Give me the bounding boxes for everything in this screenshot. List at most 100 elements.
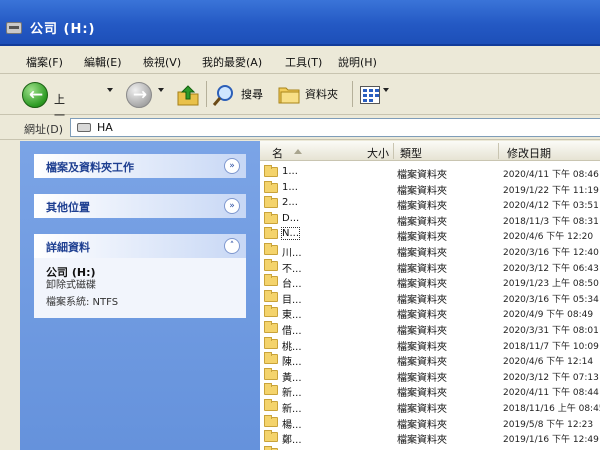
file-date: 2020/4/11 下午 08:44 <box>503 388 599 399</box>
menu-help[interactable]: 說明(H) <box>338 54 377 70</box>
file-row[interactable]: 川... 檔案資料夾 2020/3/16 下午 12:40 <box>260 243 600 259</box>
drive-icon[interactable] <box>6 22 22 34</box>
file-name: 鄭... <box>282 435 302 447</box>
file-name: 川... <box>282 248 302 259</box>
file-type: 檔案資料夾 <box>397 294 447 306</box>
up-folder-icon[interactable] <box>176 83 200 107</box>
file-list[interactable]: 名 大小 類型 修改日期 1... 檔案資料夾 2020/4/11 下午 08:46… <box>260 141 600 450</box>
folder-icon <box>264 258 278 271</box>
toolbar: ← 上一頁 → 搜尋 資料夾 <box>0 75 600 138</box>
file-row[interactable]: 台... 檔案資料夾 2019/1/23 上午 08:50 <box>260 274 600 291</box>
forward-arrow-icon: → <box>132 85 148 105</box>
file-row[interactable]: 黃... 檔案資料夾 2020/3/12 下午 07:13 <box>260 367 600 384</box>
menu-bar: 檔案(F) 編輯(E) 檢視(V) 我的最愛(A) 工具(T) 說明(H) <box>0 48 600 74</box>
file-type: 檔案資料夾 <box>397 216 447 228</box>
file-row[interactable]: 不... 檔案資料夾 2020/3/12 下午 06:43 <box>260 258 600 275</box>
file-type: 檔案資料夾 <box>397 170 447 181</box>
folder-icon <box>264 414 278 427</box>
address-input[interactable]: HA <box>70 118 600 137</box>
file-row[interactable]: 桃... 檔案資料夾 2018/11/7 下午 10:09 <box>260 336 600 353</box>
file-row[interactable]: 新... 檔案資料夾 2020/4/11 下午 08:44 <box>260 383 600 400</box>
menu-tools[interactable]: 工具(T) <box>285 54 322 70</box>
title-bar[interactable]: 公司 (H:) <box>0 0 600 46</box>
collapse-icon[interactable]: ˄ <box>224 238 240 254</box>
expand-icon[interactable]: » <box>224 158 240 174</box>
details-header[interactable]: 詳細資料 ˄ <box>34 234 246 258</box>
file-name: 不... <box>282 263 302 275</box>
file-type: 檔案資料夾 <box>397 279 447 291</box>
file-date: 2018/11/3 下午 08:31 <box>503 216 599 227</box>
column-name[interactable]: 名 <box>272 145 283 161</box>
folders-button-label[interactable]: 資料夾 <box>305 86 338 102</box>
column-type[interactable]: 類型 <box>400 145 422 161</box>
file-type: 檔案資料夾 <box>397 341 447 353</box>
file-row[interactable]: 東... 檔案資料夾 2020/4/9 下午 08:49 <box>260 305 600 322</box>
file-row[interactable]: N... 檔案資料夾 2020/4/6 下午 12:20 <box>260 227 600 243</box>
views-icon[interactable] <box>360 86 380 104</box>
back-history-dropdown[interactable] <box>107 88 113 92</box>
folder-icon <box>264 399 278 411</box>
expand-icon[interactable]: » <box>224 198 240 214</box>
file-date: 2019/1/23 上午 08:50 <box>503 279 599 290</box>
other-places-header[interactable]: 其他位置 » <box>34 194 246 218</box>
menu-file[interactable]: 檔案(F) <box>26 54 63 70</box>
folder-icon <box>264 383 278 396</box>
search-icon[interactable] <box>212 83 236 107</box>
file-type: 檔案資料夾 <box>397 201 447 213</box>
file-row[interactable]: 鄭...檔案資料夾2017/11/16 下午 05:15 <box>260 445 600 450</box>
file-name: 東... <box>282 310 302 322</box>
file-row[interactable]: 楊... 檔案資料夾 2019/5/8 下午 12:23 <box>260 414 600 431</box>
column-header: 名 大小 類型 修改日期 <box>260 141 600 161</box>
file-type: 檔案資料夾 <box>397 357 447 369</box>
file-type: 檔案資料夾 <box>397 388 447 400</box>
column-divider[interactable] <box>498 143 499 159</box>
folder-icon <box>264 180 278 193</box>
details-panel: 詳細資料 ˄ 公司 (H:) 卸除式磁碟 檔案系統: NTFS <box>34 234 246 318</box>
details-title: 詳細資料 <box>46 241 90 254</box>
file-date: 2019/1/22 下午 11:19 <box>503 185 599 196</box>
details-drive-name: 公司 (H:) <box>46 266 96 279</box>
column-date[interactable]: 修改日期 <box>507 145 551 161</box>
drive-icon <box>77 123 91 132</box>
address-value: HA <box>97 121 113 134</box>
file-date: 2020/3/12 下午 07:13 <box>503 372 599 383</box>
search-button-label[interactable]: 搜尋 <box>241 86 263 102</box>
details-filesystem: 檔案系統: NTFS <box>46 297 119 308</box>
file-name: 借... <box>282 326 302 337</box>
forward-history-dropdown[interactable] <box>158 88 164 92</box>
file-row[interactable]: 1... 檔案資料夾 2020/4/11 下午 08:46 <box>260 165 600 181</box>
file-name: 楊... <box>282 419 302 431</box>
file-name: N... <box>280 227 301 241</box>
file-tasks-panel: 檔案及資料夾工作 » <box>34 154 246 178</box>
file-tasks-title: 檔案及資料夾工作 <box>46 161 134 174</box>
file-row[interactable]: 目... 檔案資料夾 2020/3/16 下午 05:34 <box>260 289 600 306</box>
file-row[interactable]: D... 檔案資料夾 2018/11/3 下午 08:31 <box>260 211 600 228</box>
file-row[interactable]: 鄭... 檔案資料夾 2019/1/16 下午 12:49 <box>260 430 600 447</box>
menu-favorites[interactable]: 我的最愛(A) <box>202 54 262 70</box>
window-title: 公司 (H:) <box>30 22 96 37</box>
file-tasks-header[interactable]: 檔案及資料夾工作 » <box>34 154 246 178</box>
column-size[interactable]: 大小 <box>367 145 389 161</box>
folder-icon <box>264 336 278 349</box>
file-type: 檔案資料夾 <box>397 372 447 384</box>
folder-icon <box>264 243 278 255</box>
folder-icon <box>264 211 278 224</box>
folder-icon <box>264 274 278 287</box>
file-row[interactable]: 新... 檔案資料夾 2018/11/16 上午 08:45 <box>260 399 600 415</box>
file-row[interactable]: 借... 檔案資料夾 2020/3/31 下午 08:01 <box>260 321 600 337</box>
folder-icon <box>264 196 278 209</box>
file-name: 目... <box>282 294 302 306</box>
views-dropdown[interactable] <box>383 88 389 92</box>
file-date: 2020/4/6 下午 12:14 <box>503 357 594 368</box>
column-divider[interactable] <box>393 143 394 159</box>
folders-icon[interactable] <box>278 84 300 104</box>
details-drive-type: 卸除式磁碟 <box>46 280 96 291</box>
file-date: 2019/1/16 下午 12:49 <box>503 435 599 446</box>
file-row[interactable]: 1... 檔案資料夾 2019/1/22 下午 11:19 <box>260 180 600 197</box>
menu-view[interactable]: 檢視(V) <box>143 54 181 70</box>
menu-edit[interactable]: 編輯(E) <box>84 54 122 70</box>
file-row[interactable]: 2... 檔案資料夾 2020/4/12 下午 03:51 <box>260 196 600 213</box>
file-name: 新... <box>282 388 302 400</box>
file-row[interactable]: 陳... 檔案資料夾 2020/4/6 下午 12:14 <box>260 352 600 369</box>
forward-button[interactable]: → <box>126 82 152 108</box>
